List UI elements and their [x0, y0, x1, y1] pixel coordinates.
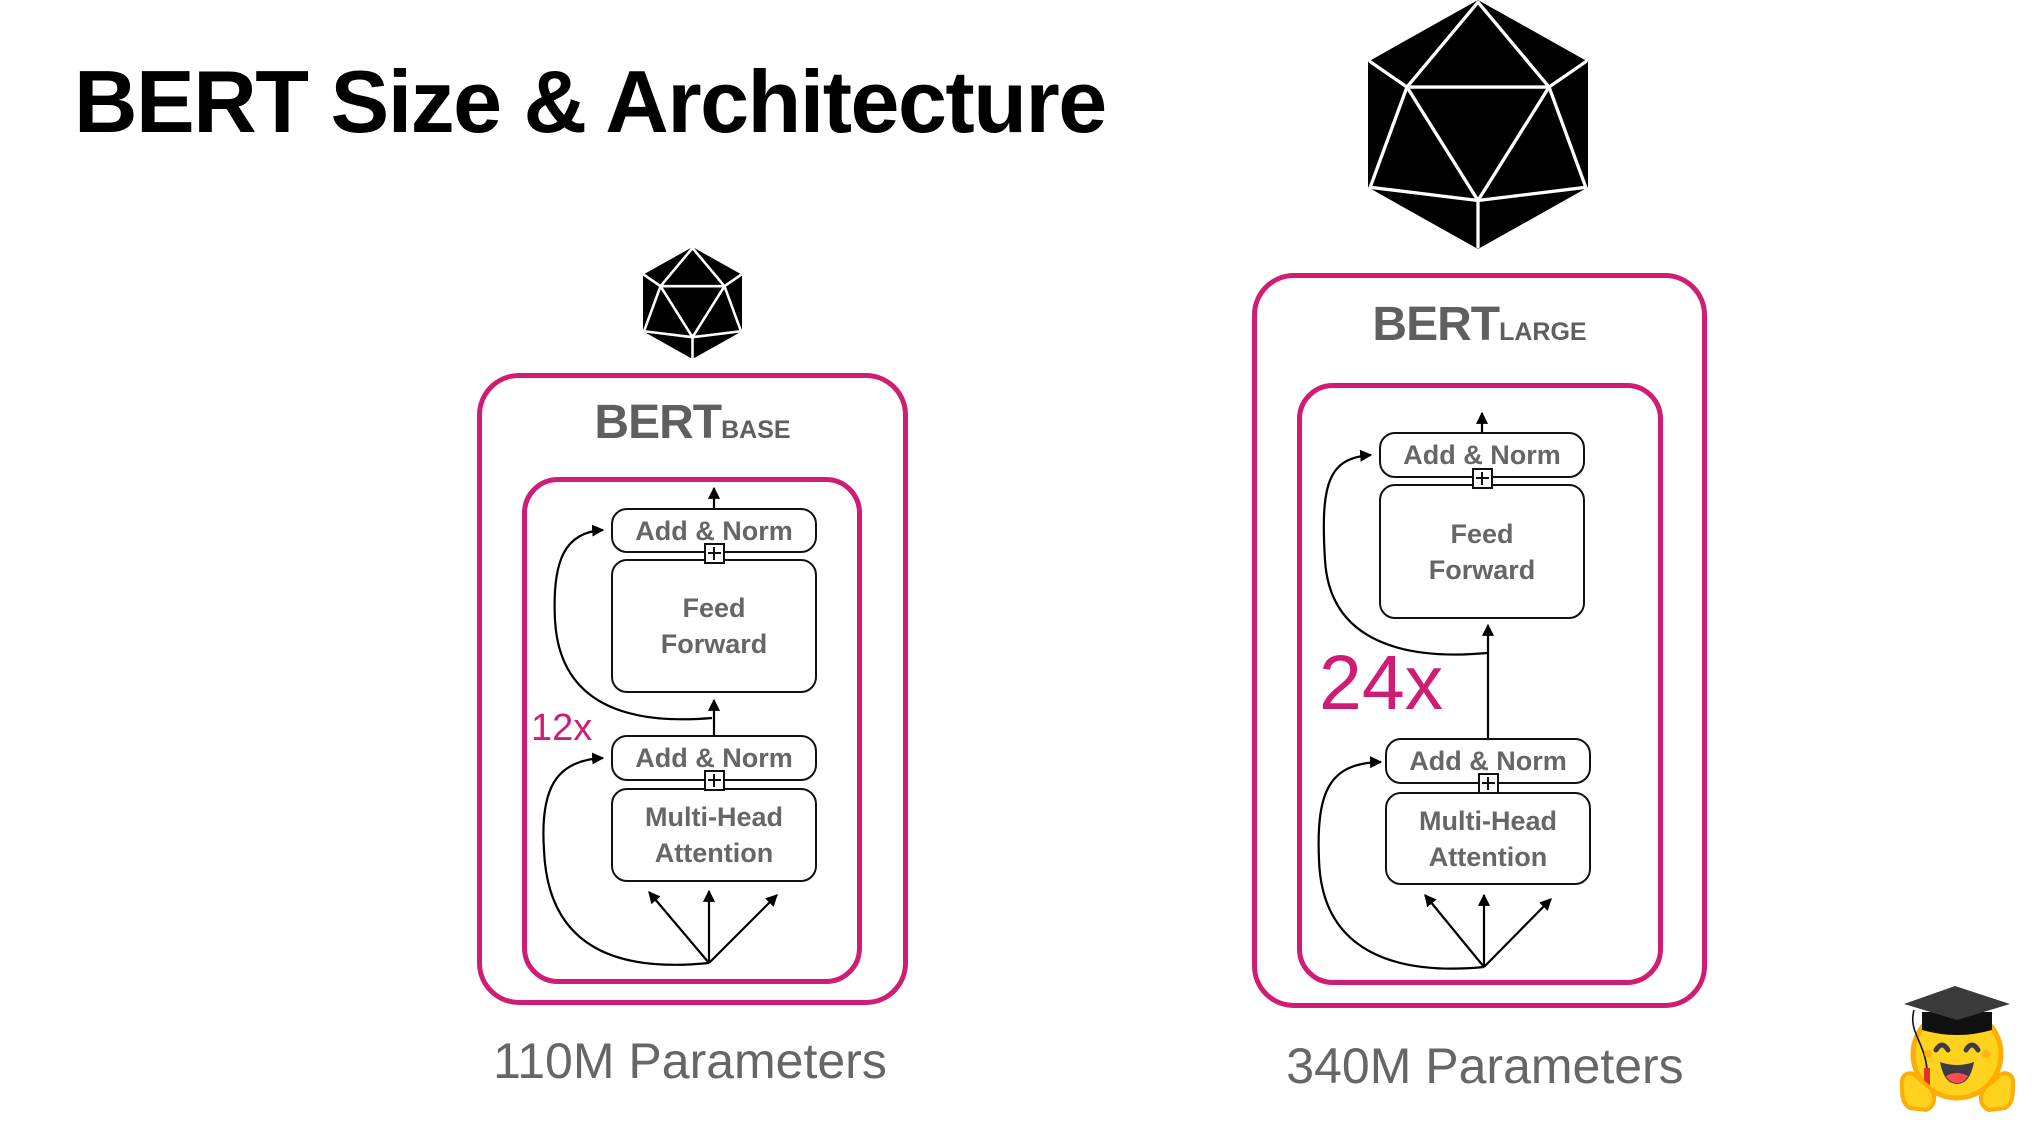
multi-head-attention-block: Multi-Head Attention — [1385, 792, 1591, 885]
slide-title: BERT Size & Architecture — [74, 52, 1107, 151]
model-name-main: BERT — [594, 396, 722, 449]
model-name-sub: BASE — [721, 416, 791, 444]
icosahedron-icon — [1368, 0, 1588, 249]
feed-forward-block: Feed Forward — [1379, 484, 1585, 619]
residual-add-icon — [1472, 468, 1493, 489]
icosahedron-icon — [643, 247, 742, 359]
layer-repeat-count: 12x — [531, 707, 593, 749]
model-name-sub: LARGE — [1499, 318, 1587, 346]
residual-add-icon — [704, 770, 725, 791]
parameter-count: 110M Parameters — [493, 1033, 887, 1089]
bert-large-label: BERTLARGE — [1252, 301, 1707, 349]
residual-add-icon — [1478, 773, 1499, 794]
connector-arrows — [542, 411, 1552, 970]
model-name-main: BERT — [1372, 298, 1500, 351]
residual-add-icon — [704, 543, 725, 564]
feed-forward-block: Feed Forward — [611, 559, 817, 693]
multi-head-attention-block: Multi-Head Attention — [611, 788, 817, 882]
parameter-count: 340M Parameters — [1286, 1038, 1684, 1094]
bert-base-label: BERTBASE — [477, 399, 908, 447]
hugging-face-graduate-icon — [1900, 986, 2015, 1113]
layer-repeat-count: 24x — [1319, 640, 1444, 726]
